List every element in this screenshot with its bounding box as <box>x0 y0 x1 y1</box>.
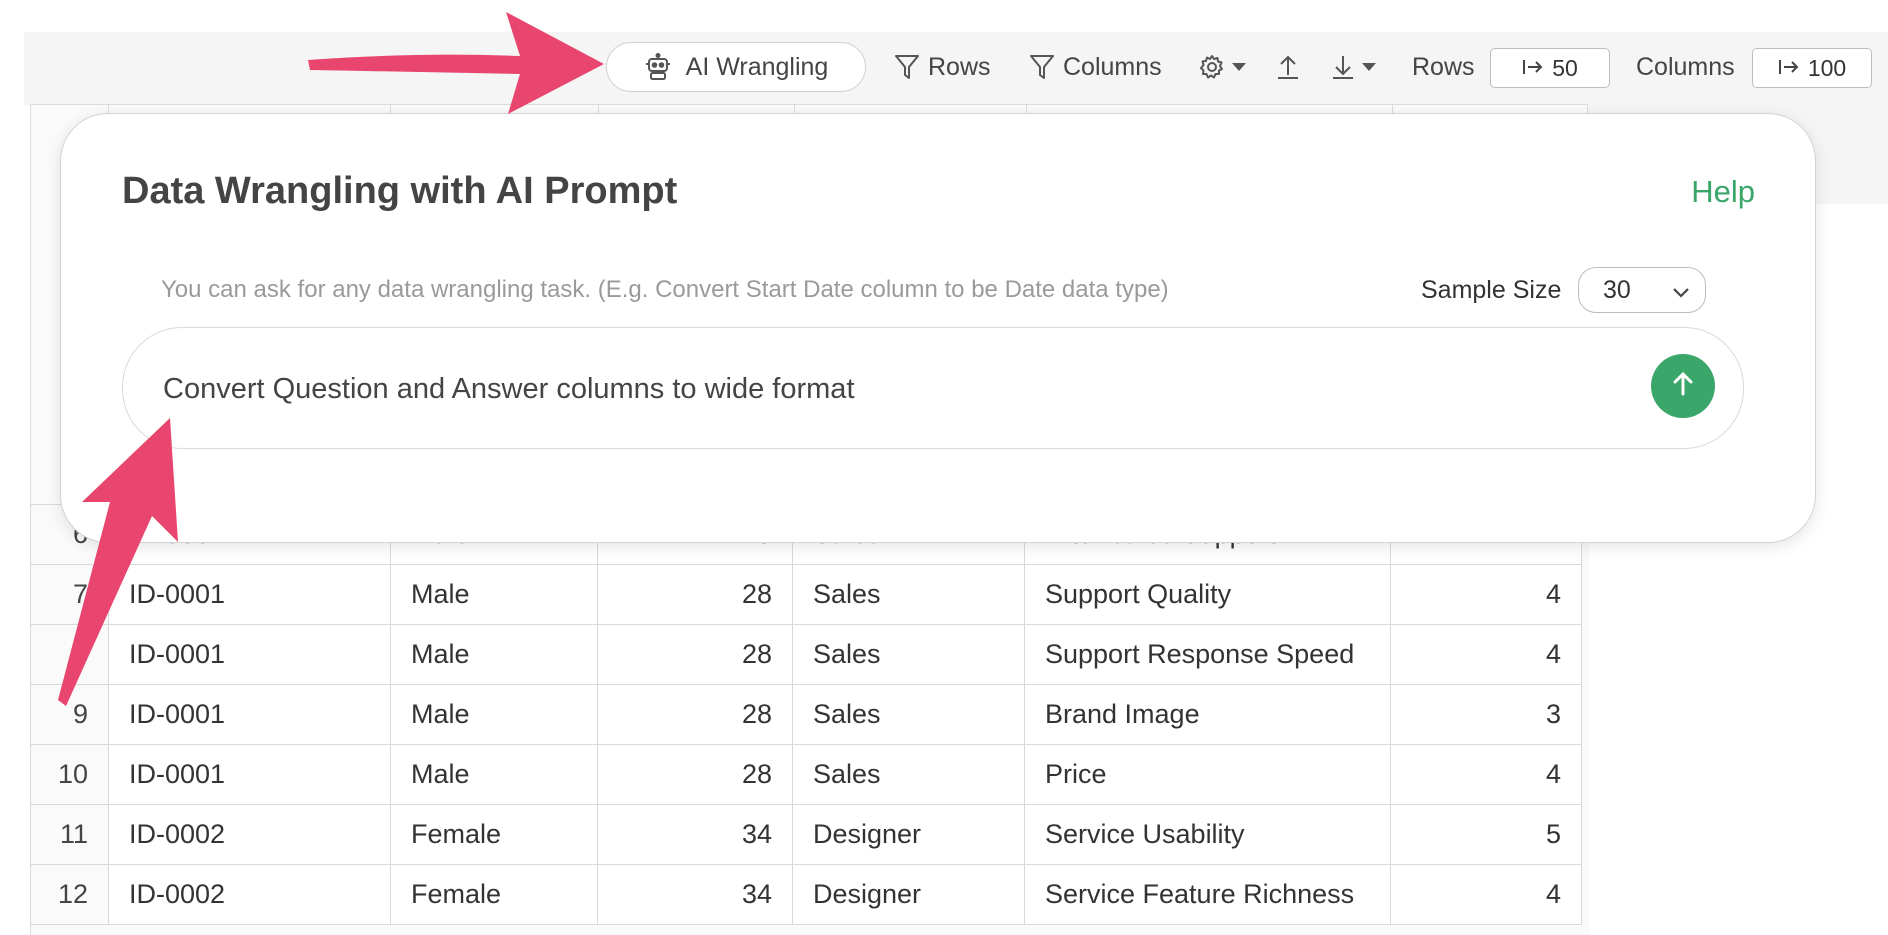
cell-age[interactable]: 28 <box>597 684 793 745</box>
table-row[interactable]: 8 ID-0001 Male 28 Sales Support Response… <box>30 624 1582 685</box>
sample-size-select[interactable]: 30 <box>1578 267 1706 313</box>
cell-id[interactable]: ID-0002 <box>108 864 391 925</box>
cell-question[interactable]: Service Feature Richness <box>1024 864 1391 925</box>
columns-count-label: Columns <box>1636 52 1735 81</box>
cell-job[interactable]: Designer <box>792 864 1025 925</box>
cell-job[interactable]: Sales <box>792 564 1025 625</box>
prompt-input[interactable]: Convert Question and Answer columns to w… <box>122 327 1744 449</box>
help-link[interactable]: Help <box>1691 174 1755 210</box>
bar-arrow-right-icon <box>1522 55 1544 82</box>
cell-id[interactable]: ID-0001 <box>108 744 391 805</box>
cell-answer[interactable]: 4 <box>1390 864 1582 925</box>
columns-count-value: 100 <box>1807 54 1847 81</box>
sample-size-label: Sample Size <box>1421 276 1562 304</box>
cell-job[interactable]: Designer <box>792 804 1025 865</box>
cell-question[interactable]: Support Quality <box>1024 564 1391 625</box>
columns-filter-button[interactable]: Columns <box>1029 44 1162 90</box>
download-menu-button[interactable] <box>1330 44 1376 90</box>
upload-icon <box>1275 53 1301 81</box>
rows-count-value: 50 <box>1552 54 1578 81</box>
dialog-title: Data Wrangling with AI Prompt <box>122 170 678 212</box>
settings-menu-button[interactable] <box>1198 44 1246 90</box>
cell-gender[interactable]: Female <box>390 864 598 925</box>
columns-filter-label: Columns <box>1063 52 1162 81</box>
row-index: 10 <box>30 744 109 805</box>
cell-question[interactable]: Price <box>1024 744 1391 805</box>
filter-icon <box>1029 53 1055 81</box>
arrow-up-icon <box>1668 369 1698 404</box>
bar-arrow-right-icon <box>1778 55 1800 82</box>
row-index: 7 <box>30 564 109 625</box>
cell-age[interactable]: 28 <box>597 624 793 685</box>
cell-id[interactable]: ID-0001 <box>108 684 391 745</box>
columns-count-input[interactable]: 100 <box>1752 48 1872 88</box>
cell-answer[interactable]: 5 <box>1390 804 1582 865</box>
rows-count-input[interactable]: 50 <box>1490 48 1610 88</box>
prompt-input-text[interactable]: Convert Question and Answer columns to w… <box>163 373 855 406</box>
cell-gender[interactable]: Male <box>390 564 598 625</box>
download-icon <box>1330 53 1356 81</box>
cell-question[interactable]: Service Usability <box>1024 804 1391 865</box>
robot-icon <box>644 53 672 81</box>
data-table: 6 ID-0001 Male 28 Sales After-sales Supp… <box>30 504 1582 925</box>
table-row[interactable]: 10 ID-0001 Male 28 Sales Price 4 <box>30 744 1582 805</box>
chevron-down-icon <box>1671 280 1691 309</box>
cell-id[interactable]: ID-0001 <box>108 624 391 685</box>
send-prompt-button[interactable] <box>1651 354 1715 418</box>
cell-job[interactable]: Sales <box>792 684 1025 745</box>
row-index: 9 <box>30 684 109 745</box>
row-index: 8 <box>30 624 109 685</box>
cell-question[interactable]: Support Response Speed <box>1024 624 1391 685</box>
ai-wrangling-label: AI Wrangling <box>685 52 829 81</box>
gear-icon <box>1198 53 1226 81</box>
ai-wrangling-button[interactable]: AI Wrangling <box>606 42 866 92</box>
cell-gender[interactable]: Male <box>390 744 598 805</box>
filter-icon <box>894 53 920 81</box>
row-index: 12 <box>30 864 109 925</box>
cell-gender[interactable]: Male <box>390 624 598 685</box>
table-row[interactable]: 9 ID-0001 Male 28 Sales Brand Image 3 <box>30 684 1582 745</box>
ai-prompt-dialog: Data Wrangling with AI Prompt Help You c… <box>60 113 1816 543</box>
table-row[interactable]: 7 ID-0001 Male 28 Sales Support Quality … <box>30 564 1582 625</box>
cell-answer[interactable]: 3 <box>1390 684 1582 745</box>
rows-filter-button[interactable]: Rows <box>894 44 991 90</box>
cell-age[interactable]: 28 <box>597 564 793 625</box>
cell-answer[interactable]: 4 <box>1390 564 1582 625</box>
table-row[interactable]: 11 ID-0002 Female 34 Designer Service Us… <box>30 804 1582 865</box>
cell-job[interactable]: Sales <box>792 744 1025 805</box>
cell-age[interactable]: 34 <box>597 804 793 865</box>
cell-age[interactable]: 34 <box>597 864 793 925</box>
cell-question[interactable]: Brand Image <box>1024 684 1391 745</box>
rows-count-label: Rows <box>1412 52 1475 81</box>
table-row[interactable]: 12 ID-0002 Female 34 Designer Service Fe… <box>30 864 1582 925</box>
cell-age[interactable]: 28 <box>597 744 793 805</box>
cell-id[interactable]: ID-0002 <box>108 804 391 865</box>
prompt-hint: You can ask for any data wrangling task.… <box>161 276 1169 303</box>
caret-down-icon <box>1362 62 1376 72</box>
sample-size-value: 30 <box>1603 275 1631 304</box>
cell-answer[interactable]: 4 <box>1390 744 1582 805</box>
upload-button[interactable] <box>1275 44 1301 90</box>
cell-id[interactable]: ID-0001 <box>108 564 391 625</box>
caret-down-icon <box>1232 62 1246 72</box>
cell-answer[interactable]: 4 <box>1390 624 1582 685</box>
cell-job[interactable]: Sales <box>792 624 1025 685</box>
cell-gender[interactable]: Male <box>390 684 598 745</box>
cell-gender[interactable]: Female <box>390 804 598 865</box>
rows-filter-label: Rows <box>928 52 991 81</box>
row-index: 11 <box>30 804 109 865</box>
